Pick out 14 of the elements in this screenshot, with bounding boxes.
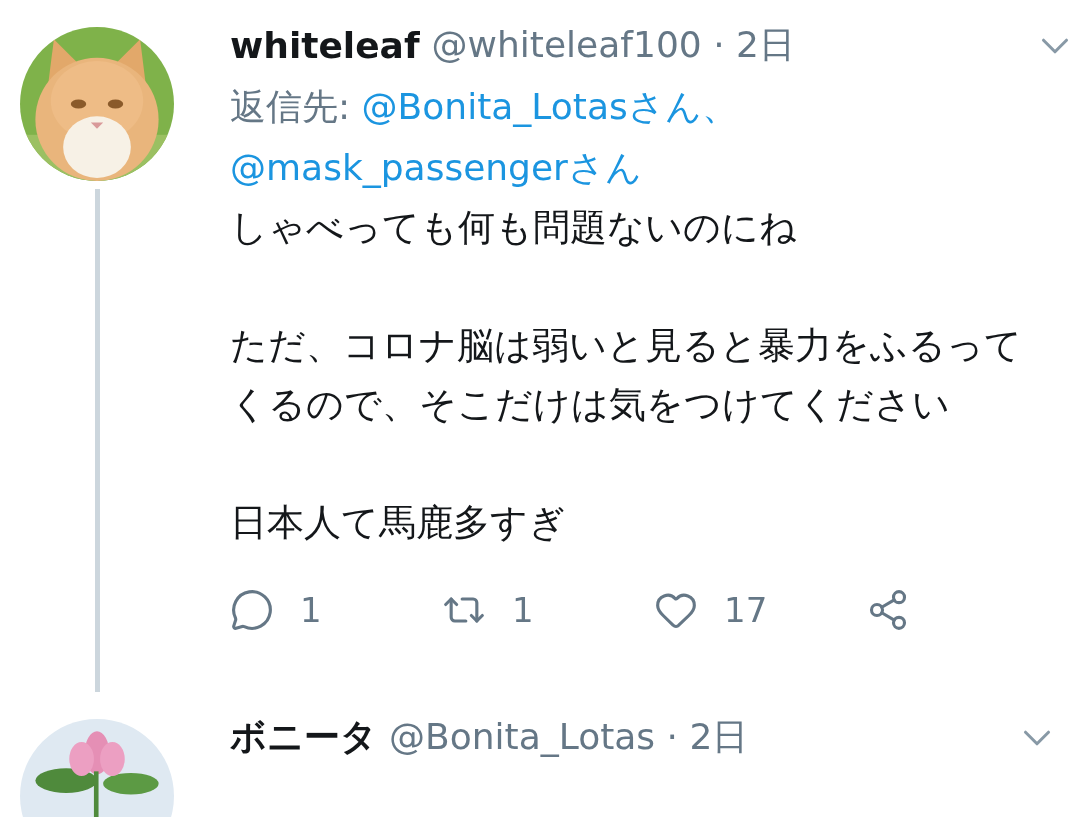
tweet-text: しゃべっても何も問題ないのにね <box>230 205 798 251</box>
like-button[interactable]: 17 <box>654 588 866 632</box>
mention-link[interactable]: @mask_passengerさん <box>230 147 642 188</box>
display-name: whiteleaf <box>230 25 420 66</box>
tweet-text: 日本人て馬鹿多すぎ <box>230 500 567 546</box>
mention-link[interactable]: @Bonita_Lotasさん、 <box>361 86 738 127</box>
reply-button[interactable]: 1 <box>230 588 442 632</box>
display-name: ボニータ <box>230 715 377 759</box>
handle-time: @whiteleaf100 · 2日 <box>431 23 796 67</box>
reply-icon <box>230 588 274 632</box>
handle-time: @Bonita_Lotas · 2日 <box>389 715 750 759</box>
tweet-text: ただ、コロナ脳は弱いと見ると暴力をふるってくるので、そこだけは気をつけてください <box>230 323 1023 428</box>
reply-to-line: 返信先: @Bonita_Lotasさん、 @mask_passengerさん <box>230 85 739 190</box>
retweet-button[interactable]: 1 <box>442 588 654 632</box>
